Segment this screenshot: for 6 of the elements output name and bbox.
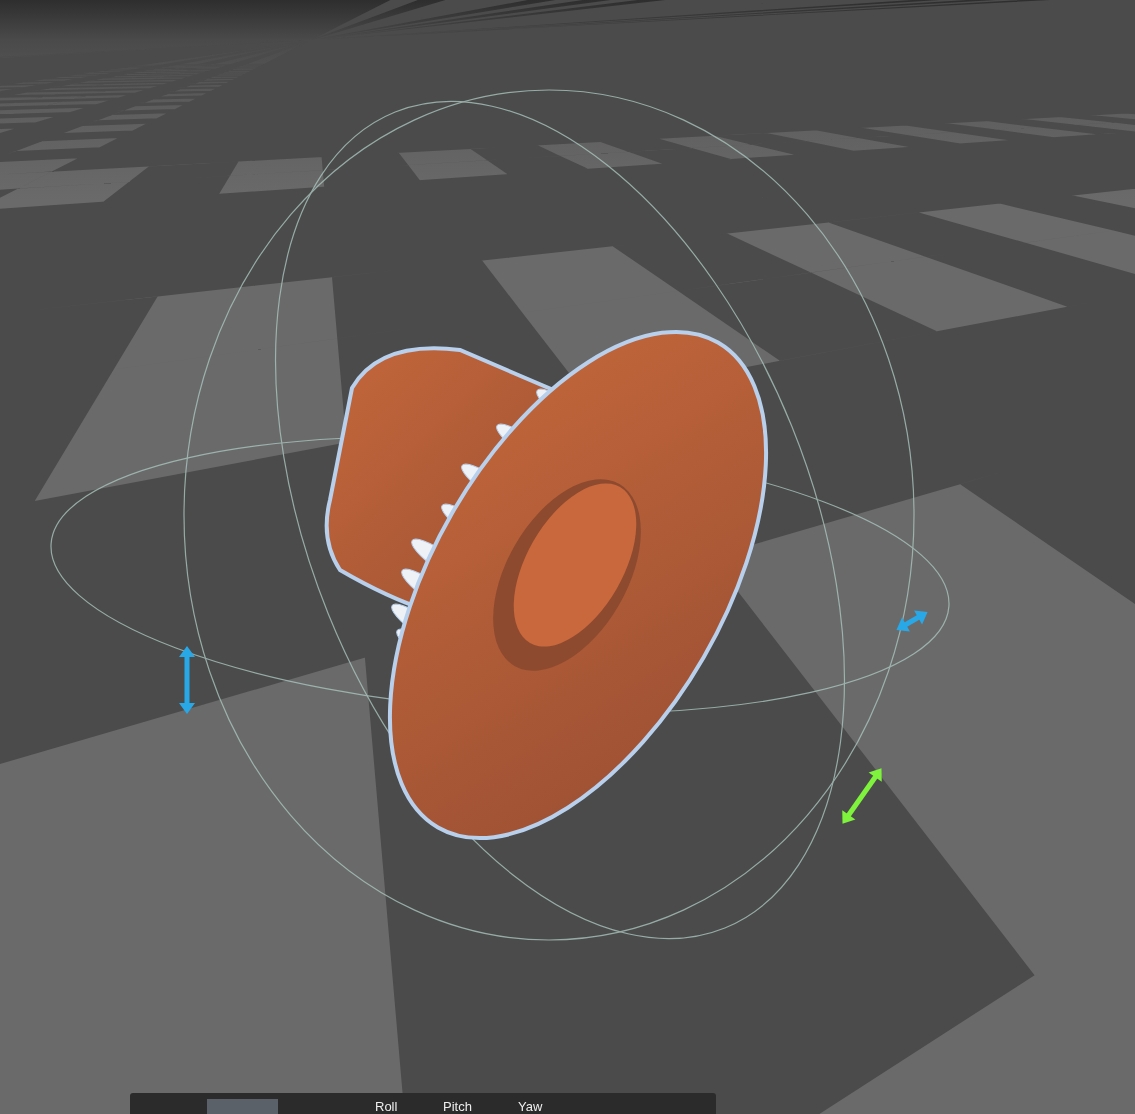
color-swatch[interactable] bbox=[207, 1099, 278, 1114]
double-arrow-icon[interactable] bbox=[179, 646, 195, 714]
axis-label: Yaw bbox=[518, 1100, 543, 1114]
axis-label: Pitch bbox=[443, 1100, 472, 1114]
double-arrow-icon[interactable] bbox=[842, 768, 882, 824]
axis-label: Roll bbox=[375, 1100, 398, 1114]
